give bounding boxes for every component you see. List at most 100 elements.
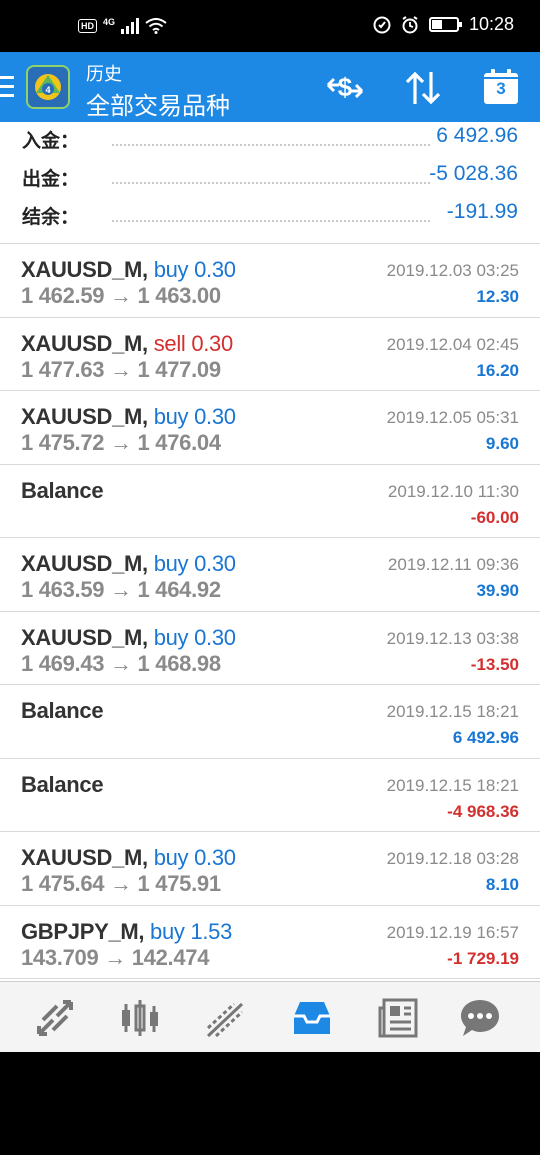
battery-icon [428, 17, 462, 32]
history-content[interactable]: 入金： 6 492.96 出金： -5 028.36 结余： -191.99 X… [0, 122, 540, 981]
deal-profit: 6 492.96 [452, 728, 519, 747]
deal-row[interactable]: XAUUSD_M, buy 0.30 1 462.59 → 1 463.00 201… [0, 244, 540, 318]
deal-row[interactable]: XAUUSD_M, buy 0.30 1 463.59 → 1 464.92 201… [0, 538, 540, 612]
deal-prices: 1 469.43 → 1 468.98 [21, 650, 221, 676]
summary-row-balance: 结余： -191.99 [0, 198, 540, 236]
deal-profit: -13.50 [470, 654, 519, 674]
chat-icon[interactable] [458, 996, 502, 1040]
deal-row[interactable]: XAUUSD_M, buy 0.30 1 469.43 → 1 468.98 201… [0, 612, 540, 685]
deal-volume: 0.30 [194, 624, 236, 650]
deal-profit: 8.10 [485, 875, 519, 894]
deal-profit: -1 729.19 [447, 948, 519, 968]
deal-row[interactable]: XAUUSD_M, buy 0.30 1 475.64 → 1 475.91 201… [0, 832, 540, 906]
newspaper-icon[interactable] [376, 996, 420, 1040]
deal-type: buy [153, 845, 189, 870]
deal-volume: 0.30 [194, 257, 236, 282]
history-inbox-icon[interactable] [290, 996, 334, 1040]
deal-row[interactable]: Balance 2019.12.10 11:30 -60.00 [0, 465, 540, 538]
deal-time: 2019.12.13 03:38 [386, 628, 519, 648]
deal-prices: 1 463.59 → 1 464.92 [21, 577, 221, 602]
deal-type: buy [150, 918, 185, 944]
alarm-icon [402, 15, 418, 33]
deal-list: XAUUSD_M, buy 0.30 1 462.59 → 1 463.00 201… [0, 244, 540, 979]
deal-volume: 0.30 [194, 845, 236, 870]
signal-icon [121, 18, 140, 34]
summary-value: 6 492.96 [436, 124, 518, 147]
deal-symbol: XAUUSD_M, [21, 551, 148, 576]
summary-label: 结余： [22, 207, 80, 228]
deal-time: 2019.12.03 03:25 [386, 261, 519, 280]
summary-value: -5 028.36 [429, 162, 518, 185]
deal-time: 2019.12.15 18:21 [386, 775, 519, 795]
summary-label: 出金： [22, 169, 80, 190]
deal-volume: 0.30 [194, 551, 236, 576]
trade-trend-icon[interactable] [204, 996, 248, 1040]
deal-symbol: XAUUSD_M, [21, 257, 148, 282]
deal-volume: 0.30 [191, 330, 233, 356]
deal-symbol: Balance [21, 698, 104, 723]
deal-time: 2019.12.18 03:28 [386, 849, 519, 868]
deal-title: XAUUSD_M, buy 0.30 [21, 257, 236, 283]
deal-prices: 1 477.63 → 1 477.09 [21, 356, 221, 382]
status-left: HD 4G [78, 17, 167, 34]
sort-icon[interactable] [401, 66, 445, 110]
deal-title: XAUUSD_M, sell 0.30 [21, 331, 233, 357]
deal-profit: 16.20 [476, 360, 519, 380]
deal-time: 2019.12.19 16:57 [386, 922, 519, 942]
deal-symbol: XAUUSD_M, [21, 624, 148, 650]
deal-title: XAUUSD_M, buy 0.30 [21, 404, 236, 430]
deal-symbol: XAUUSD_M, [21, 845, 148, 870]
deal-type: buy [153, 624, 189, 650]
deal-volume: 0.30 [194, 404, 236, 429]
deal-time: 2019.12.04 02:45 [386, 334, 519, 354]
deal-type: sell [153, 330, 186, 356]
summary-block: 入金： 6 492.96 出金： -5 028.36 结余： -191.99 [0, 122, 540, 244]
deal-row[interactable]: XAUUSD_M, buy 0.30 1 475.72 → 1 476.04 201… [0, 391, 540, 465]
deal-row[interactable]: Balance 2019.12.15 18:21 -4 968.36 [0, 759, 540, 832]
calendar-day: 3 [496, 79, 506, 98]
deal-title: XAUUSD_M, buy 0.30 [21, 551, 236, 577]
symbol-filter-title[interactable]: 全部交易品种 [86, 86, 230, 121]
wifi-icon [145, 18, 167, 34]
deal-type: buy [153, 257, 189, 282]
calendar-icon[interactable]: 3 [483, 69, 519, 105]
deal-title: XAUUSD_M, buy 0.30 [21, 625, 236, 651]
app-logo: 4 [26, 65, 70, 109]
deal-prices: 1 475.64 → 1 475.91 [21, 871, 221, 896]
status-right: 10:28 [373, 14, 514, 35]
deal-prices: 143.709 → 142.474 [21, 944, 210, 970]
deal-volume: 1.53 [190, 918, 233, 944]
deal-title: Balance [21, 698, 104, 724]
menu-icon[interactable] [0, 76, 14, 98]
app-bar: 4 历史 全部交易品种 $ 3 [0, 52, 540, 122]
deal-time: 2019.12.15 18:21 [386, 702, 519, 721]
deal-time: 2019.12.11 09:36 [387, 555, 519, 574]
hd-badge: HD [78, 19, 97, 33]
deal-row[interactable]: GBPJPY_M, buy 1.53 143.709 → 142.474 2019.… [0, 906, 540, 979]
candlestick-icon[interactable] [118, 996, 162, 1040]
deal-symbol: Balance [21, 477, 104, 503]
deal-prices: 1 462.59 → 1 463.00 [21, 283, 221, 308]
deal-symbol: GBPJPY_M, [21, 918, 145, 944]
deal-profit: -60.00 [470, 507, 519, 527]
deal-row[interactable]: Balance 2019.12.15 18:21 6 492.96 [0, 685, 540, 759]
status-bar: HD 4G 10:28 [0, 0, 540, 52]
summary-row-deposit: 入金： 6 492.96 [0, 122, 540, 160]
deal-time: 2019.12.10 11:30 [387, 481, 519, 501]
svg-text:$: $ [338, 72, 353, 102]
summary-label: 入金： [22, 131, 80, 152]
deal-row[interactable]: XAUUSD_M, sell 0.30 1 477.63 → 1 477.09 20… [0, 318, 540, 391]
bottom-nav [0, 981, 540, 1052]
screen-title: 历史 [86, 64, 122, 84]
quotes-arrows-icon[interactable] [33, 996, 77, 1040]
currency-exchange-icon[interactable]: $ [323, 66, 367, 110]
deal-symbol: XAUUSD_M, [21, 330, 148, 356]
screen-bottom-area [0, 1052, 540, 1155]
deal-title: XAUUSD_M, buy 0.30 [21, 845, 236, 871]
network-type: 4G [103, 17, 116, 27]
data-saver-icon [373, 16, 391, 33]
deal-profit: 9.60 [485, 434, 519, 453]
summary-value: -191.99 [446, 200, 518, 223]
deal-title: Balance [21, 477, 104, 504]
deal-type: buy [153, 404, 189, 429]
